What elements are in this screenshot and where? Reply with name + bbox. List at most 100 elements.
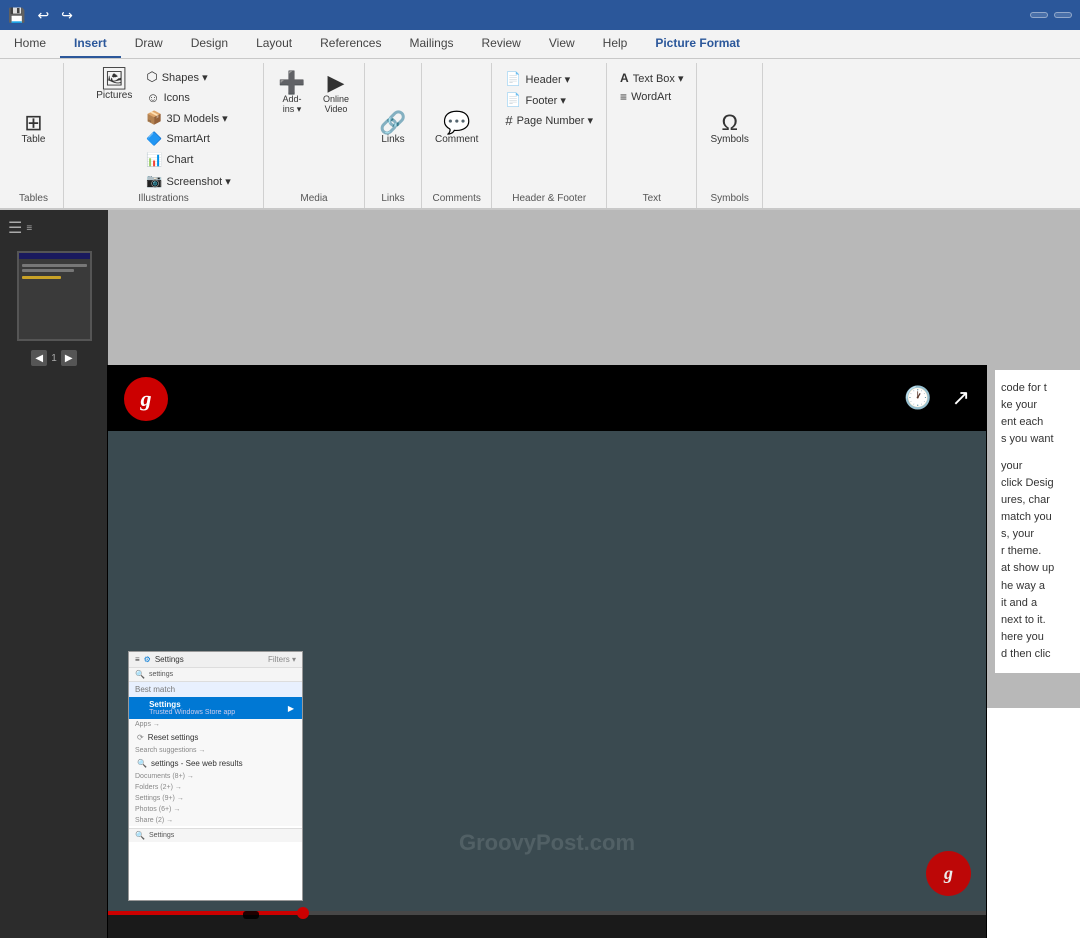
addins-label: Add-ins ▾ (282, 94, 301, 115)
header-footer-group-label: Header & Footer (512, 191, 586, 206)
comment-label: Comment (435, 134, 478, 145)
chart-icon: 📊 (146, 152, 162, 168)
doc-right-column: code for t ke your ent each s you want y… (995, 370, 1080, 673)
ribbon-group-text: A Text Box ▾ ≡ WordArt Text (607, 63, 697, 208)
online-video-button[interactable]: ▶ OnlineVideo (316, 69, 356, 117)
shapes-label: Shapes ▾ (162, 71, 208, 84)
tab-draw[interactable]: Draw (121, 30, 177, 58)
addins-button[interactable]: ➕ Add-ins ▾ (272, 69, 312, 118)
pictures-button[interactable]: 🖼 Pictures (91, 65, 137, 104)
channel-logo-watermark: g (926, 851, 971, 896)
tab-help[interactable]: Help (589, 30, 642, 58)
ribbon-group-tables: ⊞ Table Tables (4, 63, 64, 208)
symbols-button[interactable]: Ω Symbols (705, 109, 753, 148)
symbols-icon: Ω (721, 112, 737, 134)
textbox-button[interactable]: A Text Box ▾ (615, 69, 688, 87)
footer-label: Footer ▾ (526, 94, 566, 107)
symbols-group-label: Symbols (710, 191, 748, 206)
footer-button[interactable]: 📄 Footer ▾ (500, 90, 598, 110)
tables-group-label: Tables (19, 191, 48, 206)
text-group-label: Text (643, 191, 661, 206)
online-video-label: OnlineVideo (323, 94, 349, 114)
ribbon-tabs: Home Insert Draw Design Layout Reference… (0, 30, 1080, 59)
smartart-label: SmartArt (167, 133, 210, 145)
comments-group-label: Comments (433, 191, 481, 206)
video-progress-fill (108, 911, 301, 915)
textbox-label: Text Box ▾ (633, 72, 684, 85)
tab-review[interactable]: Review (468, 30, 535, 58)
undo-btn[interactable]: ↩ (37, 7, 49, 24)
links-icon: 🔗 (379, 112, 406, 134)
3d-models-icon: 📦 (146, 110, 162, 126)
3d-models-label: 3D Models ▾ (167, 112, 228, 125)
ribbon-group-illustrations: 🖼 Pictures ⬡ Shapes ▾ ☺ Icons 📦 3D Model… (64, 63, 264, 208)
pictures-label: Pictures (96, 90, 132, 101)
ribbon-bar: ⊞ Table Tables 🖼 Pictures ⬡ Shapes ▾ ☺ I… (0, 59, 1080, 210)
tab-home[interactable]: Home (0, 30, 60, 58)
illustrations-group-label: Illustrations (138, 191, 189, 206)
tab-mailings[interactable]: Mailings (395, 30, 467, 58)
smartart-icon: 🔷 (146, 131, 162, 147)
links-group-label: Links (381, 191, 404, 206)
page-number-button[interactable]: # Page Number ▾ (500, 111, 598, 130)
document-area: ☰ ≡ ◀ 1 ▶ code for t ke your ent each s … (0, 210, 1080, 938)
icons-icon: ☺ (146, 90, 159, 105)
chart-button[interactable]: 📊 Chart (141, 150, 235, 170)
pictures-icon: 🖼 (100, 68, 128, 90)
tab-references[interactable]: References (306, 30, 395, 58)
channel-logo: g (124, 377, 168, 421)
table-label: Table (22, 134, 46, 145)
table-icon: ⊞ (24, 112, 42, 134)
tab-layout[interactable]: Layout (242, 30, 306, 58)
save-quick-btn[interactable]: 💾 (8, 7, 25, 24)
icons-button[interactable]: ☺ Icons (141, 88, 235, 107)
header-label: Header ▾ (526, 73, 571, 86)
comment-button[interactable]: 💬 Comment (430, 109, 483, 148)
comments-button[interactable] (1054, 12, 1072, 18)
wordart-button[interactable]: ≡ WordArt (615, 88, 688, 106)
title-bar: 💾 ↩ ↪ (0, 0, 1080, 30)
video-progress-bar[interactable] (108, 911, 986, 915)
ribbon-group-header-footer: 📄 Header ▾ 📄 Footer ▾ # Page Number ▾ He… (492, 63, 607, 208)
tab-view[interactable]: View (535, 30, 589, 58)
table-button[interactable]: ⊞ Table (14, 109, 54, 148)
symbols-label: Symbols (710, 134, 748, 145)
3d-models-button[interactable]: 📦 3D Models ▾ (141, 108, 235, 128)
page-number-label: Page Number ▾ (517, 114, 593, 127)
header-button[interactable]: 📄 Header ▾ (500, 69, 598, 89)
links-button[interactable]: 🔗 Links (373, 109, 413, 148)
icons-label: Icons (164, 92, 190, 104)
document-sidebar: ☰ ≡ ◀ 1 ▶ (0, 210, 108, 938)
page-number-icon: # (505, 113, 512, 128)
footer-icon: 📄 (505, 92, 521, 108)
textbox-icon: A (620, 71, 629, 85)
watch-later-icon: 🕐 (904, 385, 931, 411)
share-button[interactable] (1030, 12, 1048, 18)
ribbon-group-symbols: Ω Symbols Symbols (697, 63, 762, 208)
media-group-label: Media (300, 191, 327, 206)
smartart-button[interactable]: 🔷 SmartArt (141, 129, 235, 149)
header-icon: 📄 (505, 71, 521, 87)
chart-label: Chart (167, 154, 194, 166)
video-progress-dot (297, 907, 309, 919)
screenshot-icon: 📷 (146, 173, 162, 189)
online-video-icon: ▶ (328, 72, 345, 94)
tab-picture-format[interactable]: Picture Format (641, 30, 754, 58)
share-button[interactable]: ↗ (952, 385, 970, 413)
video-body[interactable]: ≡ ⚙ Settings Filters ▾ 🔍 settings Best m… (108, 431, 986, 911)
screenshot-button[interactable]: 📷 Screenshot ▾ (141, 171, 235, 191)
redo-btn[interactable]: ↪ (61, 7, 73, 24)
video-screenshot: ≡ ⚙ Settings Filters ▾ 🔍 settings Best m… (128, 651, 303, 901)
ribbon-group-comments: 💬 Comment Comments (422, 63, 492, 208)
ribbon-group-links: 🔗 Links Links (365, 63, 422, 208)
comment-icon: 💬 (443, 112, 470, 134)
share-icon: ↗ (952, 385, 970, 411)
video-header-actions: 🕐 ↗ (904, 385, 970, 413)
wordart-icon: ≡ (620, 90, 627, 104)
tab-design[interactable]: Design (177, 30, 242, 58)
video-player[interactable]: g 🕐 ↗ ≡ ⚙ Settings (107, 365, 987, 938)
tab-insert[interactable]: Insert (60, 30, 121, 58)
watch-later-button[interactable]: 🕐 (904, 385, 931, 413)
wordart-label: WordArt (631, 91, 671, 103)
shapes-button[interactable]: ⬡ Shapes ▾ (141, 67, 235, 87)
